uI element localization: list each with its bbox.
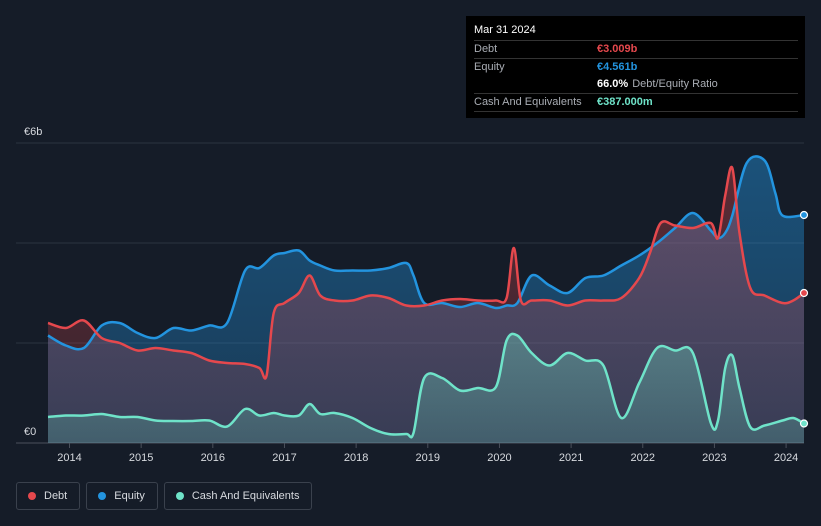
tooltip-cash-row: Cash And Equivalents €387.000m (474, 94, 798, 112)
legend-item-cash[interactable]: Cash And Equivalents (163, 482, 313, 510)
endpoint-cash-and-equivalents (799, 419, 809, 428)
x-tick-label: 2014 (57, 452, 81, 464)
tooltip-debt-row: Debt €3.009b (474, 41, 798, 59)
tooltip-equity-label: Equity (474, 61, 505, 73)
legend-label-debt: Debt (44, 490, 68, 502)
tooltip-equity-row: Equity €4.561b (474, 59, 798, 76)
tooltip-ratio-row: 66.0% Debt/Equity Ratio (474, 76, 798, 94)
x-tick-label: 2024 (774, 452, 798, 464)
legend-item-debt[interactable]: Debt (16, 482, 81, 510)
equity-dot-icon (98, 492, 107, 500)
x-tick-label: 2015 (129, 452, 153, 464)
endpoint-equity (799, 210, 809, 220)
y-tick-bottom: €0 (24, 426, 36, 438)
x-tick-label: 2017 (272, 452, 296, 464)
legend-label-equity: Equity (114, 490, 145, 502)
endpoint-debt (799, 288, 809, 298)
tooltip-ratio-label: Debt/Equity Ratio (632, 78, 718, 90)
legend-label-cash: Cash And Equivalents (191, 490, 300, 502)
tooltip-debt-value: €3.009b (597, 43, 638, 55)
tooltip-cash-value: €387.000m (597, 96, 653, 108)
x-tick-label: 2023 (702, 452, 726, 464)
x-tick-label: 2016 (201, 452, 225, 464)
tooltip-panel: Mar 31 2024 Debt €3.009b Equity €4.561b … (466, 16, 805, 118)
x-tick-label: 2019 (416, 452, 440, 464)
x-tick-label: 2021 (559, 452, 583, 464)
x-tick-label: 2018 (344, 452, 368, 464)
debt-dot-icon (28, 492, 36, 500)
chart-legend: Debt Equity Cash And Equivalents (16, 482, 313, 510)
x-tick-label: 2020 (487, 452, 511, 464)
y-tick-top: €6b (24, 126, 42, 138)
legend-item-equity[interactable]: Equity (86, 482, 158, 510)
tooltip-equity-value: €4.561b (597, 61, 638, 73)
x-tick-label: 2022 (631, 452, 655, 464)
tooltip-debt-label: Debt (474, 43, 498, 55)
cash-dot-icon (175, 492, 184, 500)
tooltip-cash-label: Cash And Equivalents (474, 96, 582, 108)
tooltip-date: Mar 31 2024 (474, 23, 798, 41)
tooltip-ratio-value: 66.0% (597, 78, 629, 90)
